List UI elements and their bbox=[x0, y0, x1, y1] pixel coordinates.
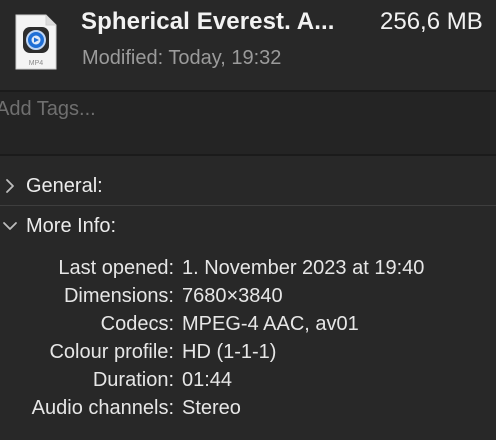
chevron-right-icon bbox=[6, 179, 14, 193]
info-row-colour-profile: Colour profile: HD (1-1-1) bbox=[0, 341, 496, 369]
info-key: Dimensions: bbox=[63, 285, 174, 307]
modified-date: Modified: Today, 19:32 bbox=[82, 47, 282, 69]
section-general-toggle[interactable]: General: bbox=[0, 166, 496, 206]
divider bbox=[0, 154, 496, 156]
info-value: Stereo bbox=[182, 397, 241, 419]
info-row-last-opened: Last opened: 1. November 2023 at 19:40 bbox=[0, 257, 496, 285]
info-key: Last opened: bbox=[58, 257, 174, 279]
section-more-info-label: More Info: bbox=[26, 214, 117, 237]
mp4-file-icon[interactable]: MP4 bbox=[14, 13, 58, 71]
section-more-info-toggle[interactable]: More Info: bbox=[0, 206, 496, 246]
info-value: 1. November 2023 at 19:40 bbox=[182, 257, 425, 279]
info-key: Duration: bbox=[92, 369, 174, 391]
file-type-label: MP4 bbox=[29, 60, 44, 67]
info-row-duration: Duration: 01:44 bbox=[0, 369, 496, 397]
file-name: Spherical Everest. A... bbox=[81, 8, 335, 35]
info-row-audio-channels: Audio channels: Stereo bbox=[0, 397, 496, 425]
info-header: MP4 Spherical Everest. A... 256,6 MB Mod… bbox=[0, 0, 496, 90]
info-key: Codecs: bbox=[100, 313, 174, 335]
chevron-down-icon bbox=[3, 222, 17, 230]
section-general-label: General: bbox=[26, 174, 103, 197]
info-key: Colour profile: bbox=[49, 341, 174, 363]
info-key: Audio channels: bbox=[31, 397, 174, 419]
info-value: 7680×3840 bbox=[182, 285, 283, 307]
file-size: 256,6 MB bbox=[380, 8, 483, 35]
info-value: 01:44 bbox=[182, 369, 233, 391]
add-tags-input[interactable] bbox=[0, 96, 476, 122]
info-value: HD (1-1-1) bbox=[182, 341, 277, 363]
info-value: MPEG-4 AAC, av01 bbox=[182, 313, 359, 335]
info-row-dimensions: Dimensions: 7680×3840 bbox=[0, 285, 496, 313]
info-row-codecs: Codecs: MPEG-4 AAC, av01 bbox=[0, 313, 496, 341]
